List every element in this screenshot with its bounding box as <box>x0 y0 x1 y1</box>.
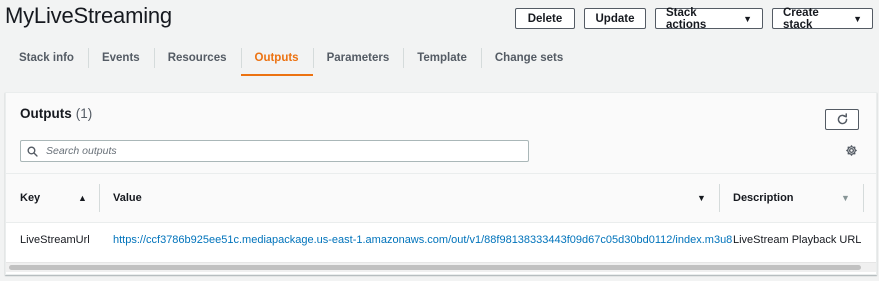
caret-down-icon: ▼ <box>743 13 752 24</box>
search-icon <box>27 145 38 157</box>
sort-descending-icon[interactable]: ▼ <box>697 193 706 203</box>
horizontal-scrollbar[interactable] <box>6 262 876 272</box>
scrollbar-thumb[interactable] <box>9 265 861 270</box>
delete-button-label: Delete <box>527 12 563 25</box>
search-outputs-field[interactable] <box>20 140 529 162</box>
outputs-panel-header: Outputs (1) <box>6 93 876 173</box>
stack-actions-dropdown[interactable]: Stack actions ▼ <box>655 6 763 31</box>
tab-parameters[interactable]: Parameters <box>312 40 404 76</box>
gear-icon[interactable] <box>845 144 858 157</box>
sort-descending-icon[interactable]: ▼ <box>841 193 850 203</box>
column-header-value-label: Value <box>113 192 142 204</box>
tab-resources[interactable]: Resources <box>153 40 241 76</box>
column-header-value[interactable]: Value ▼ <box>99 174 719 222</box>
column-divider[interactable] <box>863 184 864 212</box>
outputs-count: (1) <box>75 106 93 121</box>
outputs-title: Outputs (1) <box>20 106 92 121</box>
column-header-description-label: Description <box>733 192 794 204</box>
outputs-title-text: Outputs <box>20 106 72 121</box>
column-header-key[interactable]: Key ▲ <box>6 174 99 222</box>
tab-change-sets[interactable]: Change sets <box>480 40 577 76</box>
update-button[interactable]: Update <box>584 8 646 29</box>
stack-tabs: Stack info Events Resources Outputs Para… <box>5 40 577 76</box>
create-stack-dropdown[interactable]: Create stack ▼ <box>772 6 873 31</box>
tab-outputs[interactable]: Outputs <box>240 40 313 76</box>
stack-actions-label: Stack actions <box>666 6 707 31</box>
outputs-table-header: Key ▲ Value ▼ Description ▼ <box>6 173 876 223</box>
create-stack-label: Create stack <box>783 6 819 31</box>
update-button-label: Update <box>595 12 635 25</box>
output-value-link[interactable]: https://ccf3786b925ee51c.mediapackage.us… <box>113 224 732 256</box>
output-description: LiveStream Playback URL <box>733 234 862 246</box>
output-key: LiveStreamUrl <box>20 234 90 246</box>
refresh-icon <box>837 113 847 125</box>
stack-title: MyLiveStreaming <box>5 3 172 28</box>
tab-events[interactable]: Events <box>87 40 154 76</box>
column-header-key-label: Key <box>20 192 41 204</box>
sort-ascending-icon[interactable]: ▲ <box>78 193 87 203</box>
caret-down-icon: ▼ <box>853 13 862 24</box>
stack-actions-toolbar: Delete Update Stack actions ▼ Create sta… <box>515 6 873 31</box>
tab-stack-info[interactable]: Stack info <box>5 40 88 76</box>
tab-template[interactable]: Template <box>403 40 481 76</box>
outputs-panel: Outputs(1) Key ▲ <box>5 92 877 275</box>
table-row: LiveStreamUrl https://ccf3786b925ee51c.m… <box>6 224 876 256</box>
search-outputs-input[interactable] <box>44 144 504 158</box>
page-header: MyLiveStreaming Delete Update Stack acti… <box>0 0 879 86</box>
refresh-button[interactable] <box>825 109 859 130</box>
column-header-description[interactable]: Description ▼ <box>719 174 864 222</box>
delete-button[interactable]: Delete <box>515 8 575 29</box>
